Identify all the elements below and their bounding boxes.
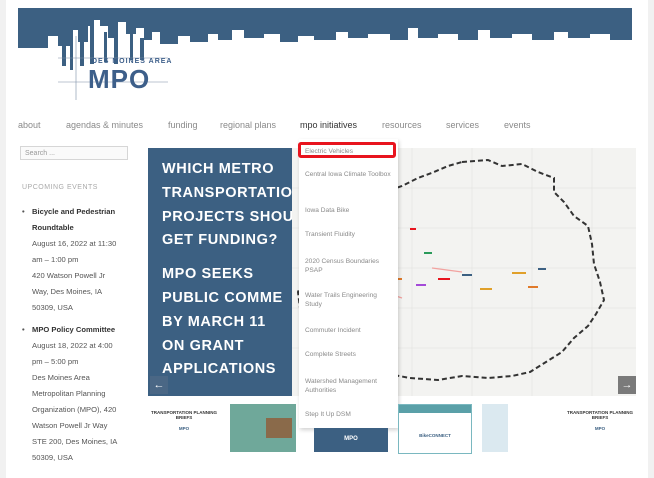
- nav-item-mpo-initiatives[interactable]: mpo initiatives: [300, 120, 357, 130]
- slider-next-button[interactable]: →: [618, 376, 636, 394]
- dropdown-item-data-bike[interactable]: Iowa Data Bike: [305, 206, 393, 215]
- thumbnail-1[interactable]: TRANSPORTATION PLANNING BRIEFS MPO: [148, 404, 220, 452]
- page: DES MOINES AREA MPO about agendas & minu…: [6, 0, 648, 478]
- thumb-caption: BikeCONNECT: [419, 433, 451, 438]
- thumbnail-5[interactable]: MPO: [314, 428, 388, 452]
- nav-item-funding[interactable]: funding: [168, 120, 198, 130]
- event-title[interactable]: MPO Policy Committee: [22, 322, 134, 338]
- mpo-initiatives-dropdown: Electric Vehicles Central Iowa Climate T…: [299, 139, 398, 428]
- thumbnail-6[interactable]: BikeCONNECT: [398, 404, 472, 454]
- thumbnail-2[interactable]: [230, 404, 296, 452]
- event-address: Organization (MPO), 420: [32, 405, 117, 414]
- events-heading: UPCOMING EVENTS: [22, 184, 98, 191]
- nav-item-resources[interactable]: resources: [382, 120, 422, 130]
- thumbnail-7[interactable]: [482, 404, 508, 452]
- thumb-caption: MPO: [344, 436, 358, 442]
- event-address: Way, Des Moines, IA: [32, 287, 103, 296]
- thumbnail-8[interactable]: TRANSPORTATION PLANNING BRIEFS MPO: [562, 404, 638, 452]
- dropdown-item-watershed[interactable]: Watershed Management Authorities: [305, 377, 393, 395]
- event-address: Metropolitan Planning: [32, 389, 106, 398]
- highlight-box: [298, 142, 396, 158]
- dropdown-item-commuter-incident[interactable]: Commuter Incident: [305, 326, 393, 335]
- header-banner: DES MOINES AREA MPO: [18, 8, 632, 100]
- events-list: Bicycle and Pedestrian Roundtable August…: [22, 204, 134, 472]
- event-address: 420 Watson Powell Jr: [32, 271, 106, 280]
- thumb-caption: MPO: [594, 426, 606, 431]
- search-input[interactable]: Search ...: [20, 146, 128, 160]
- nav-item-services[interactable]: services: [446, 120, 479, 130]
- thumb-caption: TRANSPORTATION PLANNING BRIEFS: [150, 410, 218, 420]
- event-item: Bicycle and Pedestrian Roundtable August…: [22, 204, 134, 316]
- main-nav: about agendas & minutes funding regional…: [18, 118, 638, 134]
- logo-mpo[interactable]: MPO: [88, 64, 150, 95]
- event-time: pm – 5:00 pm: [32, 357, 79, 366]
- event-address: 50309, USA: [32, 303, 73, 312]
- event-address: STE 200, Des Moines, IA: [32, 437, 118, 446]
- dropdown-item-water-trails[interactable]: Water Trails Engineering Study: [305, 291, 393, 309]
- nav-item-agendas[interactable]: agendas & minutes: [66, 120, 143, 130]
- nav-item-regional-plans[interactable]: regional plans: [220, 120, 276, 130]
- slider-prev-button[interactable]: ←: [150, 376, 168, 394]
- event-address: 50309, USA: [32, 453, 73, 462]
- event-address: Watson Powell Jr Way: [32, 421, 108, 430]
- event-address: Des Moines Area: [32, 373, 90, 382]
- event-time: am – 1:00 pm: [32, 255, 79, 264]
- event-title[interactable]: Bicycle and Pedestrian: [22, 204, 134, 220]
- dropdown-item-climate-toolbox[interactable]: Central Iowa Climate Toolbox: [305, 170, 393, 179]
- dropdown-item-census-boundaries[interactable]: 2020 Census Boundaries PSAP: [305, 257, 393, 275]
- event-title-cont[interactable]: Roundtable: [22, 220, 134, 236]
- nav-item-events[interactable]: events: [504, 120, 531, 130]
- thumb-caption: MPO: [178, 426, 190, 431]
- dropdown-item-complete-streets[interactable]: Complete Streets: [305, 350, 393, 359]
- nav-item-about[interactable]: about: [18, 120, 41, 130]
- slider-thumbnails: TRANSPORTATION PLANNING BRIEFS MPO MPO B…: [148, 404, 638, 454]
- dropdown-item-transient-fluidity[interactable]: Transient Fluidity: [305, 230, 393, 239]
- event-date: August 16, 2022 at 11:30: [32, 239, 117, 248]
- event-item: MPO Policy Committee August 18, 2022 at …: [22, 322, 134, 466]
- thumb-caption: TRANSPORTATION PLANNING BRIEFS: [566, 410, 634, 420]
- event-date: August 18, 2022 at 4:00: [32, 341, 113, 350]
